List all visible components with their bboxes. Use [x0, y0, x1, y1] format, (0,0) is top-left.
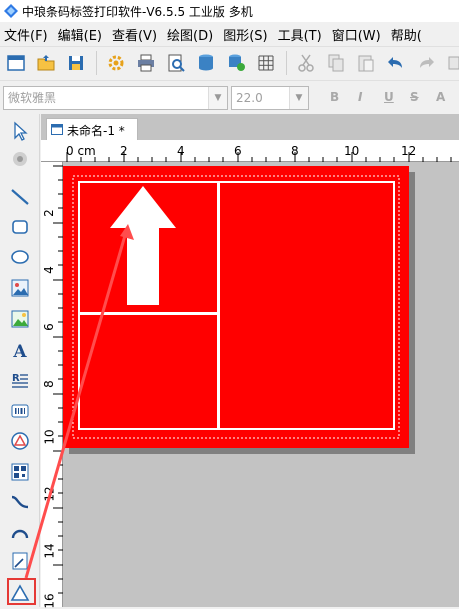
app-logo-icon	[4, 4, 18, 18]
main-toolbar	[0, 46, 459, 80]
menu-edit[interactable]: 编辑(E)	[54, 25, 108, 44]
menu-view[interactable]: 查看(V)	[108, 25, 163, 44]
image-tool-icon[interactable]	[9, 277, 31, 299]
italic-button[interactable]: I	[358, 90, 362, 104]
ruler-label: 8	[291, 144, 299, 158]
bold-button[interactable]: B	[330, 90, 339, 104]
ruler-label: 6	[41, 323, 56, 331]
svg-text:A: A	[12, 342, 27, 361]
ruler-label: 2	[41, 209, 56, 217]
drawing-toolbar: A R	[0, 114, 40, 607]
chevron-down-icon: ▼	[208, 87, 227, 109]
horizontal-ruler: 0 cm 2 4 6 8 10 12	[41, 140, 459, 162]
print-preview-icon[interactable]	[166, 53, 186, 73]
paste-icon[interactable]	[356, 53, 376, 73]
up-arrow-shape[interactable]	[110, 186, 176, 306]
menu-bar: 文件(F) 编辑(E) 查看(V) 绘图(D) 图形(S) 工具(T) 窗口(W…	[0, 22, 459, 46]
curve-tool-icon[interactable]	[9, 491, 31, 513]
ruler-label: 0 cm	[66, 144, 96, 158]
underline-button[interactable]: U	[384, 90, 394, 104]
barcode-tool-icon[interactable]	[9, 400, 31, 422]
rich-text-tool-icon[interactable]: R	[9, 369, 31, 391]
redo-icon[interactable]	[416, 53, 436, 73]
polygon-tool-icon[interactable]	[9, 550, 31, 572]
line-tool-icon[interactable]	[9, 186, 31, 208]
ellipse-tool-icon[interactable]	[9, 246, 31, 268]
menu-draw[interactable]: 绘图(D)	[163, 25, 219, 44]
save-icon[interactable]	[66, 53, 86, 73]
ruler-label: 16	[42, 593, 57, 609]
ruler-label: 14	[42, 543, 57, 559]
ruler-label: 12	[42, 486, 57, 502]
document-tab-label: 未命名-1 *	[67, 124, 125, 138]
ruler-label: 10	[344, 144, 360, 158]
font-toolbar: 微软雅黑 ▼ 22.0 ▼ B I U S A	[0, 80, 459, 114]
rounded-rectangle-tool-icon[interactable]	[9, 216, 31, 238]
document-icon	[51, 124, 63, 135]
font-size-select[interactable]: 22.0 ▼	[231, 86, 309, 110]
font-more-button[interactable]: A	[436, 90, 445, 104]
settings-gear-icon[interactable]	[106, 53, 126, 73]
ruler-label: 4	[177, 144, 185, 158]
menu-tools[interactable]: 工具(T)	[274, 25, 328, 44]
ruler-label: 12	[401, 144, 417, 158]
ruler-label: 8	[41, 380, 56, 388]
more-toolbar-icon[interactable]	[446, 53, 459, 73]
cut-icon[interactable]	[296, 53, 316, 73]
triangle-tool-highlight	[7, 578, 36, 605]
ruler-label: 2	[120, 144, 128, 158]
database-settings-icon[interactable]	[226, 53, 246, 73]
grid-icon[interactable]	[256, 53, 276, 73]
menu-help[interactable]: 帮助(	[387, 25, 428, 44]
vertical-divider-line[interactable]	[217, 183, 220, 428]
document-tab[interactable]: 未命名-1 *	[46, 118, 138, 140]
ruler-label: 4	[41, 266, 56, 274]
title-bar: 中琅条码标签打印软件-V6.5.5 工业版 多机	[0, 0, 459, 22]
shape-library-icon[interactable]	[9, 430, 31, 452]
font-family-value: 微软雅黑	[8, 91, 57, 105]
open-folder-icon[interactable]	[36, 53, 56, 73]
database-icon[interactable]	[196, 53, 216, 73]
strikethrough-button[interactable]: S	[410, 90, 419, 104]
ruler-label: 6	[234, 144, 242, 158]
print-icon[interactable]	[136, 53, 156, 73]
window-title: 中琅条码标签打印软件-V6.5.5 工业版 多机	[22, 5, 253, 19]
hand-pan-icon[interactable]	[9, 148, 31, 170]
ruler-label: 10	[42, 429, 57, 445]
new-document-icon[interactable]	[6, 53, 26, 73]
toolbar-separator	[96, 51, 97, 75]
chevron-down-icon: ▼	[289, 87, 308, 109]
vertical-ruler: 2 4 6 8 10 12 14 16	[41, 162, 63, 609]
menu-file[interactable]: 文件(F)	[0, 25, 54, 44]
picture-tool-icon[interactable]	[9, 308, 31, 330]
menu-graphics[interactable]: 图形(S)	[219, 25, 273, 44]
arc-tool-icon[interactable]	[9, 521, 31, 543]
font-size-value: 22.0	[236, 91, 263, 105]
horizontal-divider-line[interactable]	[80, 312, 218, 315]
font-family-select[interactable]: 微软雅黑 ▼	[3, 86, 228, 110]
copy-icon[interactable]	[326, 53, 346, 73]
toolbar-separator	[286, 51, 287, 75]
qrcode-tool-icon[interactable]	[9, 461, 31, 483]
select-pointer-icon[interactable]	[9, 120, 31, 142]
text-tool-icon[interactable]: A	[9, 339, 31, 361]
undo-icon[interactable]	[386, 53, 406, 73]
menu-window[interactable]: 窗口(W)	[328, 25, 387, 44]
